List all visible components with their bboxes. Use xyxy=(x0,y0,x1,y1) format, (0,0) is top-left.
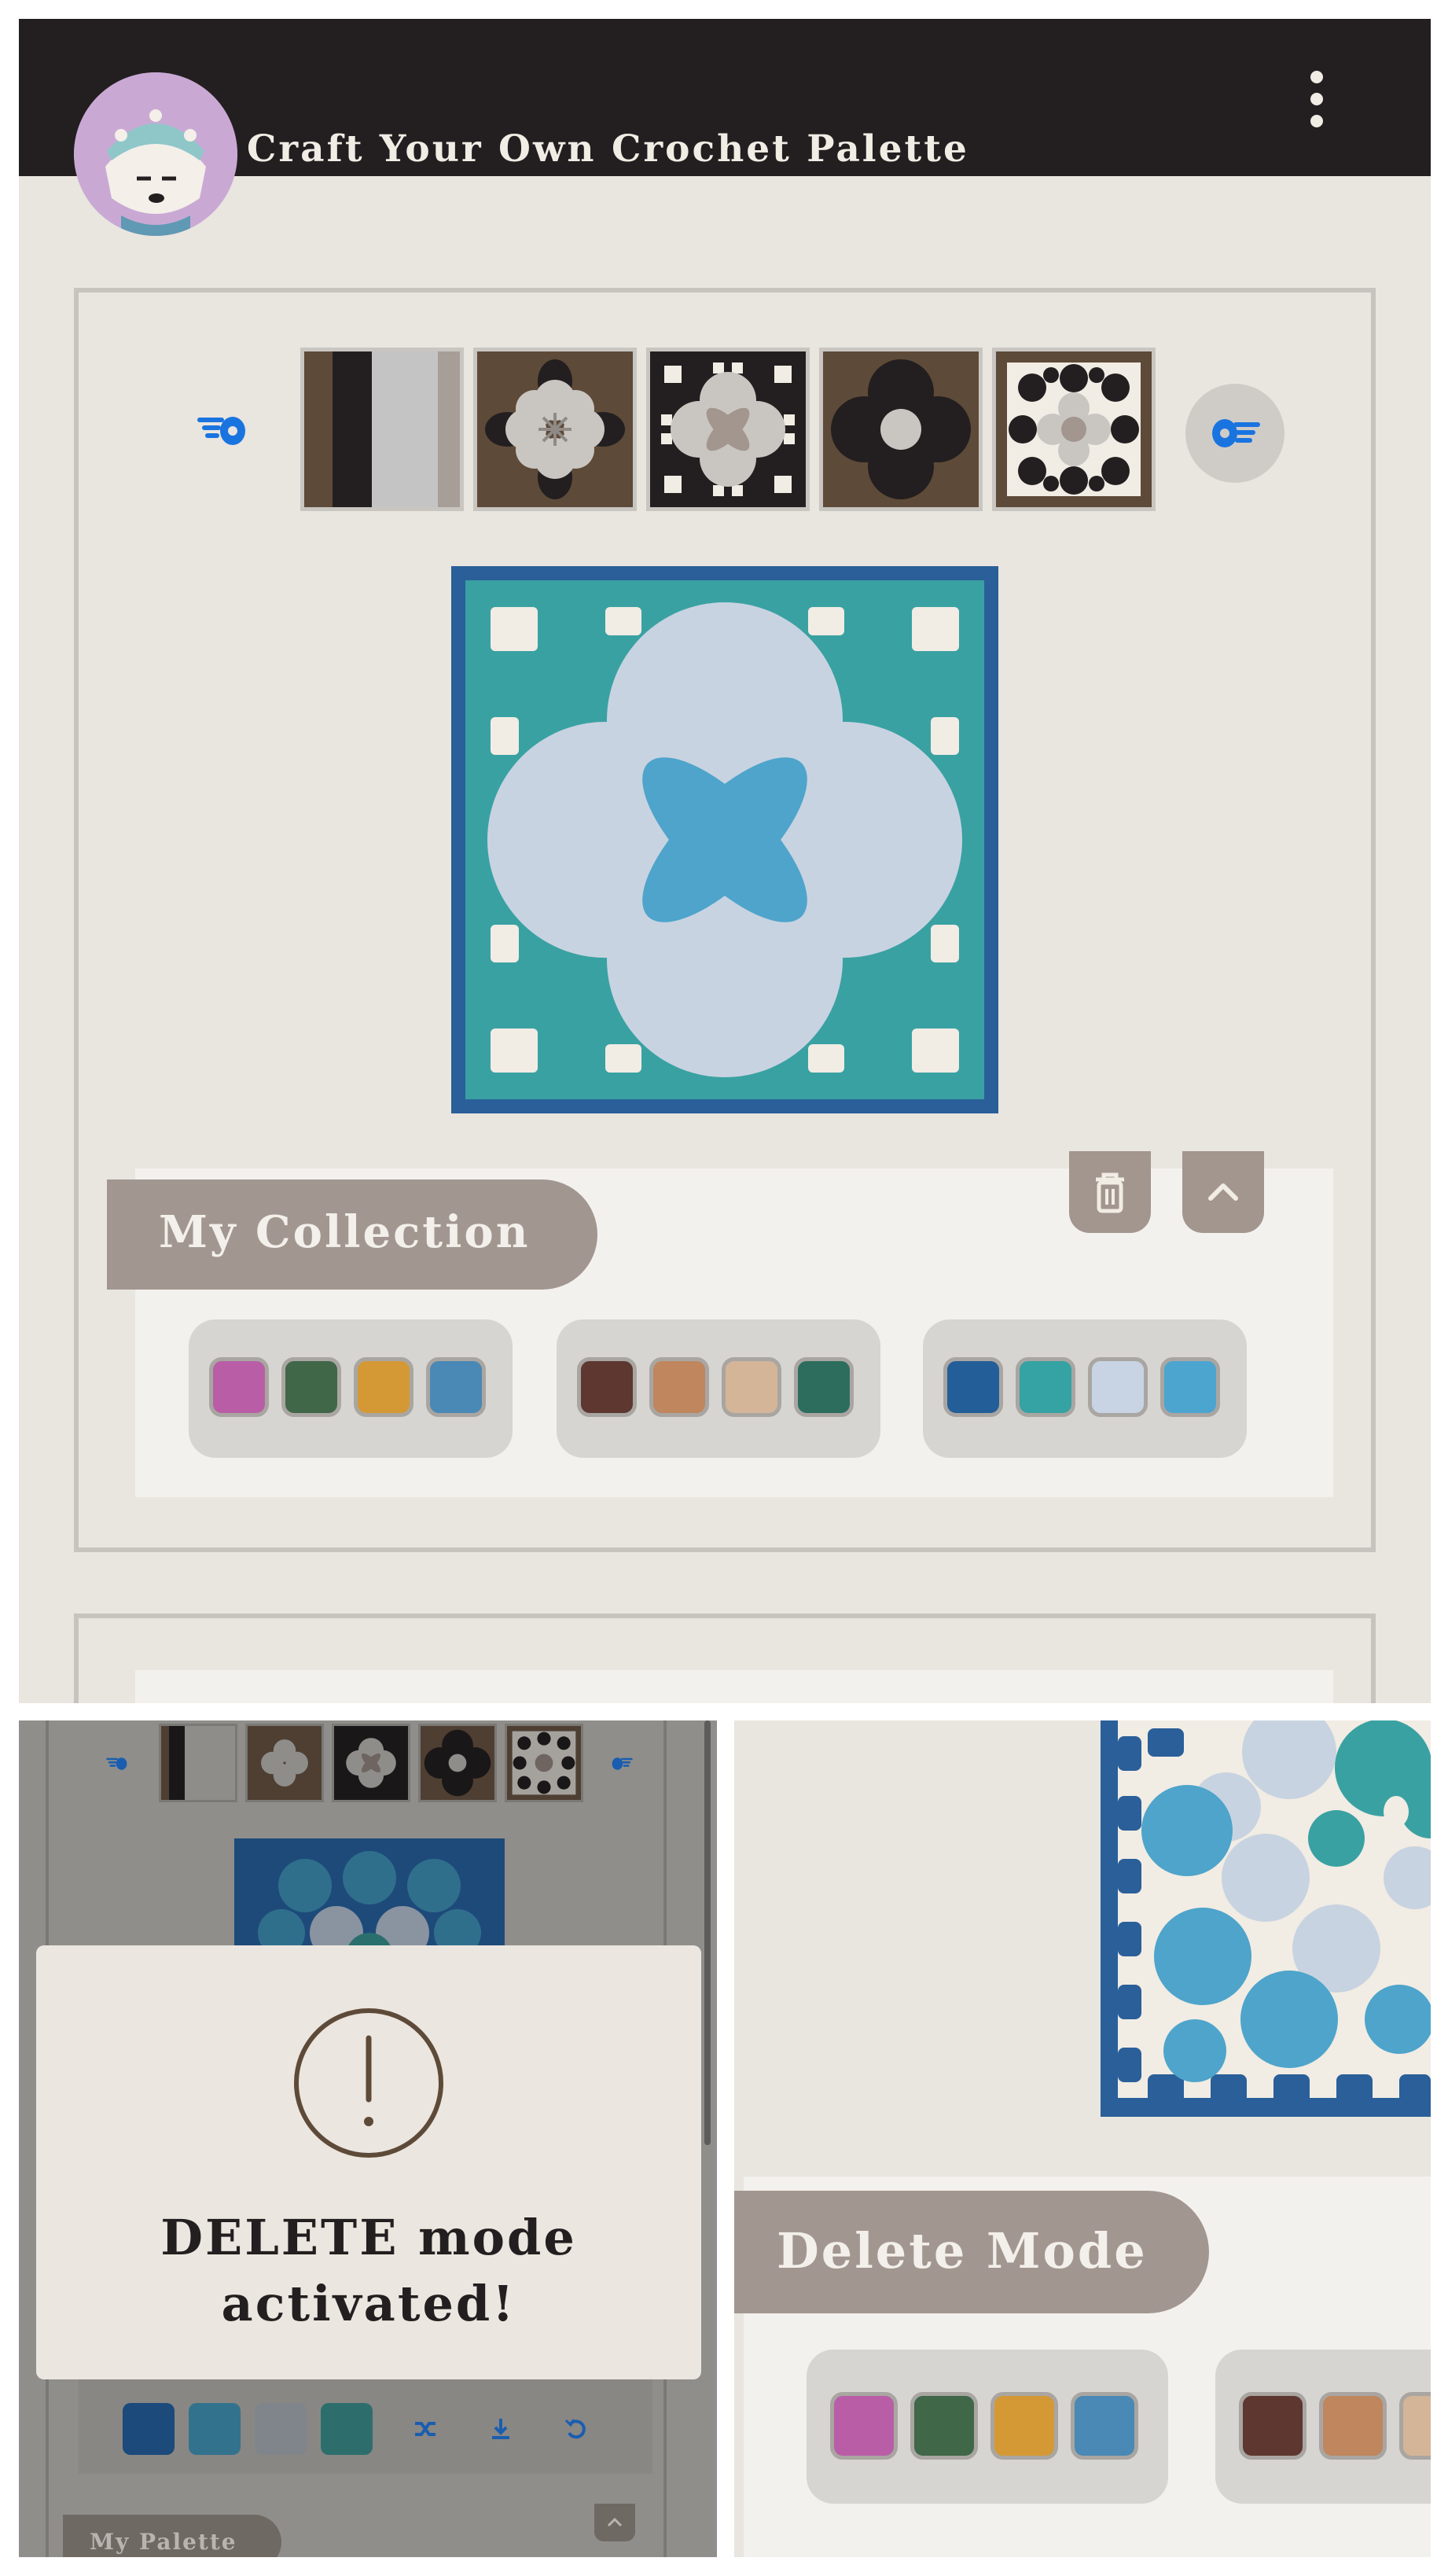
exclamation-circle-icon xyxy=(292,2007,445,2159)
trash-icon xyxy=(1096,1172,1124,1213)
color-swatch xyxy=(209,1357,269,1417)
collapse-collection-button[interactable] xyxy=(1182,1151,1264,1233)
my-palette-label: My Palette xyxy=(63,2515,281,2557)
delete-mode-label-text: Delete Mode xyxy=(777,2222,1148,2280)
color-swatch xyxy=(1071,2392,1138,2460)
color-swatch xyxy=(794,1357,854,1417)
delete-palette-card-1[interactable] xyxy=(807,2350,1168,2504)
color-swatch xyxy=(1319,2392,1387,2460)
color-swatch xyxy=(426,1357,486,1417)
color-swatch xyxy=(943,1357,1003,1417)
next-card-panel xyxy=(135,1670,1333,1703)
color-swatch xyxy=(722,1357,781,1417)
color-swatch xyxy=(990,2392,1058,2460)
scrollbar[interactable] xyxy=(704,1720,711,2145)
shuffle-icon[interactable] xyxy=(412,2416,439,2442)
collection-label: My Collection xyxy=(107,1179,597,1290)
x-flower-pattern[interactable] xyxy=(646,348,810,511)
point-left-hand-icon[interactable] xyxy=(195,409,250,453)
flower-granny-pattern[interactable] xyxy=(473,348,637,511)
next-pattern-button[interactable] xyxy=(1185,384,1284,483)
big-flower-pattern[interactable] xyxy=(819,348,983,511)
delete-mode-alert: DELETE mode activated! xyxy=(36,1945,701,2379)
collapse-palette-button[interactable] xyxy=(594,2504,635,2541)
color-swatch xyxy=(910,2392,978,2460)
pattern-preview xyxy=(451,566,998,1113)
saved-palette-card-3[interactable] xyxy=(923,1319,1247,1458)
delete-palette-card-2[interactable] xyxy=(1215,2350,1431,2504)
pattern-preview-zoomed xyxy=(1101,1720,1431,2117)
delete-palette-button[interactable] xyxy=(1069,1151,1151,1233)
my-palette-label-text: My Palette xyxy=(90,2529,237,2555)
point-right-hand-icon[interactable] xyxy=(610,1754,634,1774)
color-swatch xyxy=(1399,2392,1431,2460)
point-left-hand-icon[interactable] xyxy=(105,1754,129,1774)
delete-mode-label: Delete Mode xyxy=(734,2191,1209,2313)
point-right-hand-icon xyxy=(1212,419,1260,447)
kebab-menu-icon[interactable] xyxy=(1305,68,1329,131)
chevron-up-icon xyxy=(1208,1183,1238,1201)
color-swatch xyxy=(1088,1357,1148,1417)
collection-label-text: My Collection xyxy=(159,1206,531,1258)
alert-message-line2: activated! xyxy=(221,2275,516,2332)
color-swatch xyxy=(649,1357,709,1417)
color-swatch[interactable] xyxy=(255,2403,307,2455)
dialog-screen: DELETE mode activated! My Palette xyxy=(19,1720,717,2557)
color-swatch[interactable] xyxy=(189,2403,241,2455)
undo-icon[interactable] xyxy=(563,2416,590,2442)
color-swatch xyxy=(830,2392,898,2460)
main-screen: Craft Your Own Crochet Palette My Collec… xyxy=(19,19,1431,1703)
app-title: Craft Your Own Crochet Palette xyxy=(247,127,969,171)
chevron-up-icon xyxy=(607,2517,623,2527)
delete-mode-screen: Delete Mode xyxy=(734,1720,1431,2557)
color-swatch[interactable] xyxy=(123,2403,175,2455)
color-swatch xyxy=(1239,2392,1307,2460)
color-swatch xyxy=(354,1357,413,1417)
color-swatch xyxy=(1160,1357,1220,1417)
stripes-pattern[interactable] xyxy=(300,348,464,511)
color-swatch xyxy=(281,1357,341,1417)
color-swatch[interactable] xyxy=(321,2403,373,2455)
alert-message-line1: DELETE mode xyxy=(160,2209,577,2266)
color-swatch xyxy=(1016,1357,1075,1417)
alert-message: DELETE mode activated! xyxy=(36,2205,701,2337)
deer-avatar-icon[interactable] xyxy=(74,72,237,236)
saved-palette-card-2[interactable] xyxy=(557,1319,880,1458)
download-icon[interactable] xyxy=(487,2416,514,2442)
classic-granny-pattern[interactable] xyxy=(992,348,1156,511)
saved-palette-card-1[interactable] xyxy=(189,1319,513,1458)
color-swatch xyxy=(577,1357,637,1417)
